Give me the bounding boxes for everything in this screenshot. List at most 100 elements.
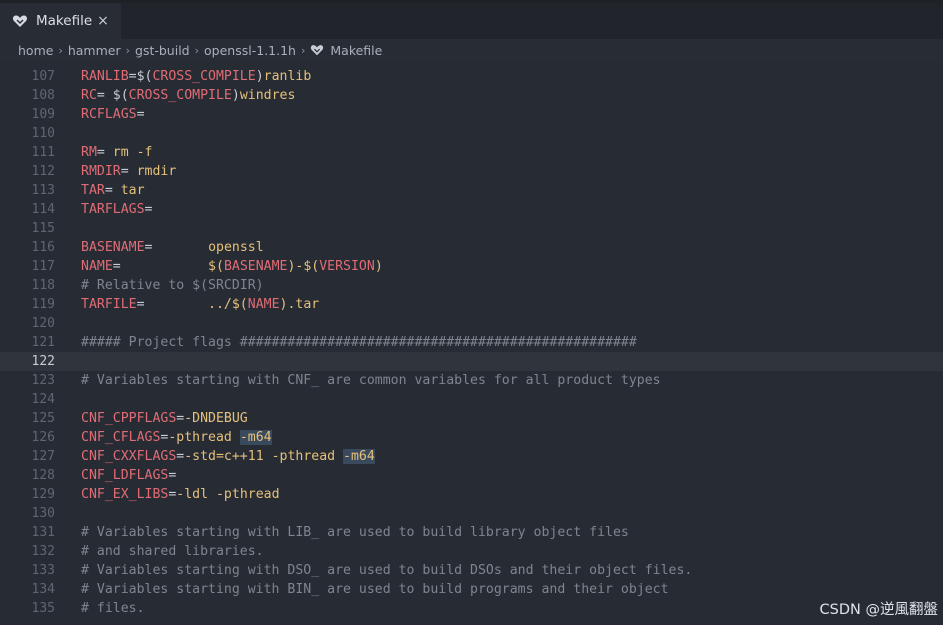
code-lines: 106ARFLAGS= r107RANLIB=$(CROSS_COMPILE)r… (0, 61, 943, 618)
line-code: CNF_EX_LIBS=-ldl -pthread (81, 485, 280, 504)
code-line[interactable]: 124 (0, 390, 943, 409)
line-code: RANLIB=$(CROSS_COMPILE)ranlib (81, 67, 311, 86)
code-line[interactable]: 129 CNF_EX_LIBS=-ldl -pthread (0, 485, 943, 504)
line-number: 109 (31, 107, 55, 122)
code-line[interactable]: 121 ##### Project flags #################… (0, 333, 943, 352)
code-token-cmt: # Variables starting with DSO_ are used … (81, 563, 693, 578)
code-line[interactable]: 114 TARFLAGS= (0, 200, 943, 219)
line-code: RM= rm -f (81, 143, 152, 162)
code-token-op: = (137, 61, 153, 65)
code-line[interactable]: 127 CNF_CXXFLAGS=-std=c++11 -pthread -m64 (0, 447, 943, 466)
line-code: TAR= tar (81, 181, 145, 200)
code-line[interactable]: 111 RM= rm -f (0, 143, 943, 162)
code-token-var: TARFLAGS (81, 202, 145, 217)
code-line[interactable]: 133 # Variables starting with DSO_ are us… (0, 561, 943, 580)
code-line[interactable]: 126 CNF_CFLAGS=-pthread -m64 (0, 428, 943, 447)
watermark: CSDN @逆風翻盤 (819, 602, 938, 618)
breadcrumb-item-home[interactable]: home (18, 43, 53, 58)
code-token-op: = (144, 202, 153, 217)
code-line[interactable]: 108 RC= $(CROSS_COMPILE)windres (0, 86, 943, 105)
line-number: 127 (31, 449, 55, 464)
line-code: # Variables starting with BIN_ are used … (81, 580, 669, 599)
code-line[interactable]: 122 (0, 352, 943, 371)
makefile-heart-icon (12, 13, 28, 29)
code-token-val: -pthread (168, 430, 240, 445)
code-token-val: tar (120, 183, 145, 198)
line-number: 113 (31, 183, 55, 198)
tab-makefile[interactable]: Makefile × (0, 3, 121, 39)
line-number: 116 (31, 240, 55, 255)
line-number: 110 (31, 126, 55, 141)
code-editor[interactable]: 106ARFLAGS= r107RANLIB=$(CROSS_COMPILE)r… (0, 61, 943, 625)
line-code: CNF_CFLAGS=-pthread -m64 (81, 428, 272, 447)
code-token-val: ) (374, 259, 383, 274)
line-number: 111 (31, 145, 55, 160)
code-line[interactable]: 131 # Variables starting with LIB_ are us… (0, 523, 943, 542)
code-line[interactable]: 116 BASENAME= openssl (0, 238, 943, 257)
code-token-var: CNF_EX_LIBS (81, 487, 169, 502)
code-token-op: = (104, 183, 121, 198)
code-line[interactable]: 125 CNF_CPPFLAGS=-DNDEBUG (0, 409, 943, 428)
tab-label: Makefile (36, 13, 93, 29)
code-line[interactable]: 130 (0, 504, 943, 523)
code-line[interactable]: 109 RCFLAGS= (0, 105, 943, 124)
code-token-op: = (120, 164, 137, 179)
code-token-var: NAME (81, 259, 113, 274)
code-token-val: $( (208, 259, 224, 274)
code-token-val: -ldl -pthread (176, 487, 280, 502)
line-code: RCFLAGS= (81, 105, 145, 124)
code-line[interactable]: 117 NAME= $(BASENAME)-$(VERSION) (0, 257, 943, 276)
code-line[interactable]: 128 CNF_LDFLAGS= (0, 466, 943, 485)
code-token-val: r (152, 61, 160, 65)
line-code: TARFLAGS= (81, 200, 152, 219)
code-token-var: RC (81, 88, 97, 103)
breadcrumb-item-file[interactable]: Makefile (310, 43, 382, 58)
line-code: CNF_LDFLAGS= (81, 466, 176, 485)
close-icon[interactable]: × (93, 11, 113, 31)
line-number: 126 (31, 430, 55, 445)
line-code: BASENAME= openssl (81, 238, 264, 257)
code-line[interactable]: 115 (0, 219, 943, 238)
code-line[interactable]: 123 # Variables starting with CNF_ are co… (0, 371, 943, 390)
breadcrumb-item-hammer[interactable]: hammer (68, 43, 121, 58)
line-code: TARFILE= ../$(NAME).tar (81, 295, 319, 314)
line-code: # Variables starting with DSO_ are used … (81, 561, 692, 580)
chevron-right-icon: › (125, 43, 131, 57)
code-token-op: = $( (96, 88, 129, 103)
line-code: RC= $(CROSS_COMPILE)windres (81, 86, 295, 105)
code-token-op: = (136, 107, 145, 122)
code-line[interactable]: 112 RMDIR= rmdir (0, 162, 943, 181)
code-line[interactable]: 119 TARFILE= ../$(NAME).tar (0, 295, 943, 314)
line-number: 132 (31, 544, 55, 559)
line-number: 112 (31, 164, 55, 179)
line-number: 130 (31, 506, 55, 521)
line-code: NAME= $(BASENAME)-$(VERSION) (81, 257, 383, 276)
line-code: # Relative to $(SRCDIR) (81, 276, 264, 295)
code-token-val: ranlib (263, 69, 312, 84)
breadcrumb-item-openssl[interactable]: openssl-1.1.1h (204, 43, 296, 58)
code-line[interactable]: 107 RANLIB=$(CROSS_COMPILE)ranlib (0, 67, 943, 86)
line-number: 114 (31, 202, 55, 217)
tab-bar: Makefile × (0, 3, 943, 39)
line-code: ##### Project flags ####################… (81, 333, 637, 352)
line-number: 118 (31, 278, 55, 293)
code-line[interactable]: 132 # and shared libraries. (0, 542, 943, 561)
code-line[interactable]: 134 # Variables starting with BIN_ are us… (0, 580, 943, 599)
breadcrumb-file-label: Makefile (330, 42, 383, 58)
code-line[interactable]: 135 # files. (0, 599, 943, 618)
code-token-val: openssl (208, 240, 264, 255)
code-token-var: NAME (247, 297, 280, 312)
code-token-var: TAR (81, 183, 105, 198)
makefile-heart-icon (310, 43, 324, 57)
code-token-op: = (136, 297, 209, 312)
code-line[interactable]: 120 (0, 314, 943, 333)
code-token-var: BASENAME (223, 259, 288, 274)
code-line[interactable]: 118 # Relative to $(SRCDIR) (0, 276, 943, 295)
line-number: 129 (31, 487, 55, 502)
breadcrumb-item-gst-build[interactable]: gst-build (135, 43, 190, 58)
line-code: RMDIR= rmdir (81, 162, 176, 181)
line-code: # Variables starting with CNF_ are commo… (81, 371, 661, 390)
code-line[interactable]: 113 TAR= tar (0, 181, 943, 200)
code-token-var: CNF_CPPFLAGS (81, 411, 177, 426)
code-line[interactable]: 110 (0, 124, 943, 143)
